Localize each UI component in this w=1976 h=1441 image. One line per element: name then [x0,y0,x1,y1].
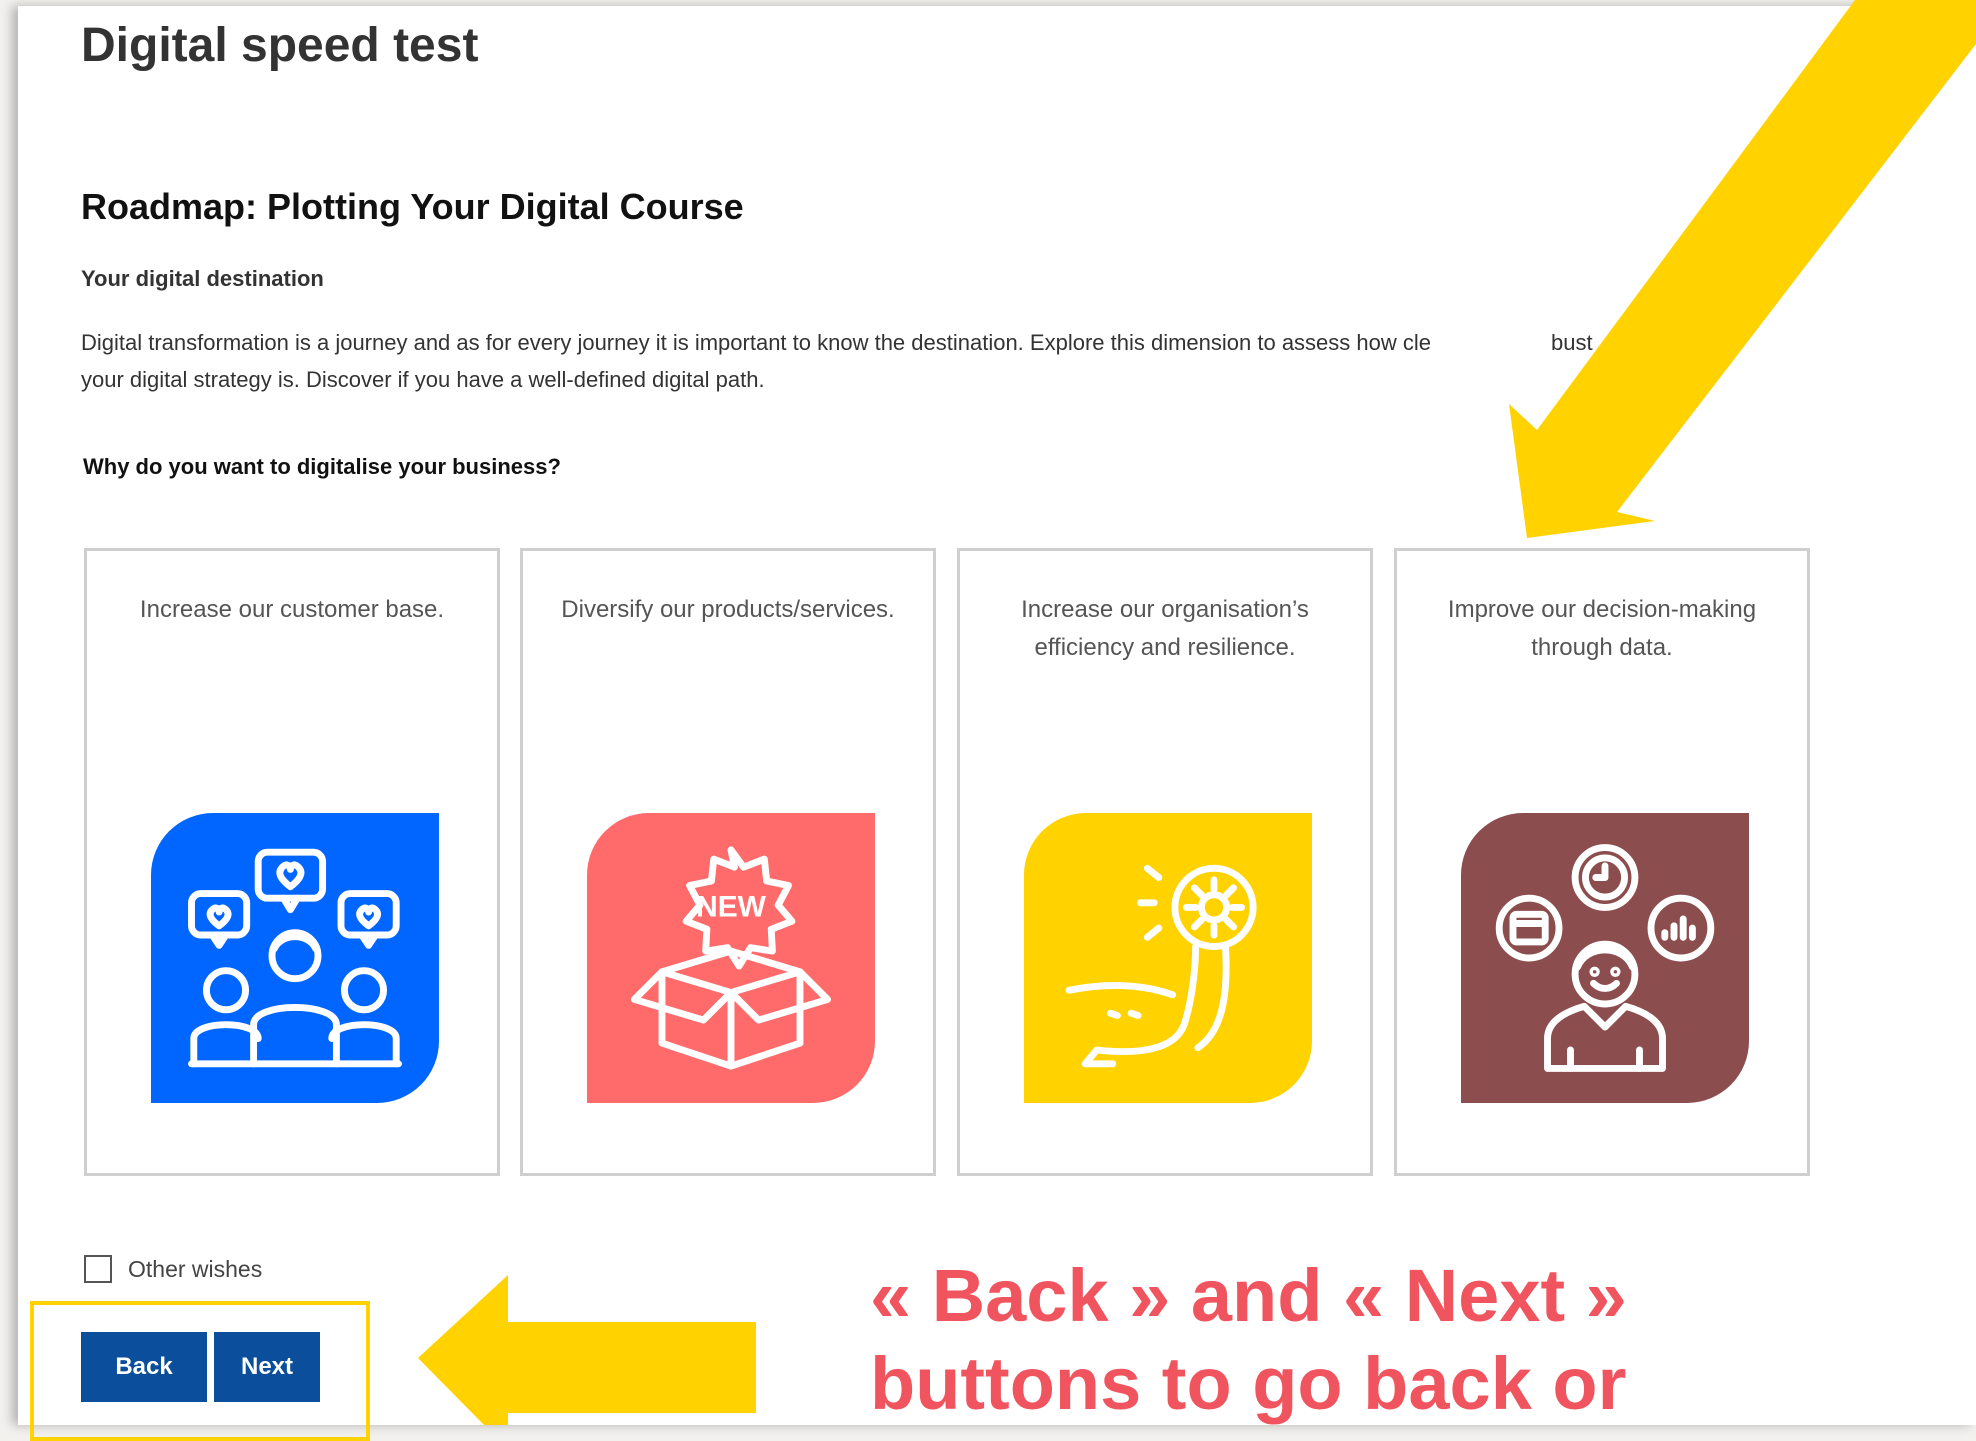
option-card-diversify[interactable]: Diversify our products/services. NEW [520,548,936,1176]
new-label: NEW [696,891,767,924]
buttons-highlight-frame [30,1301,370,1441]
option-tile: NEW [587,813,875,1103]
section-title: Roadmap: Plotting Your Digital Course [81,186,744,227]
other-wishes-label: Other wishes [128,1255,263,1282]
annotation-text: « Back » and « Next » buttons to go back… [870,1252,1627,1428]
question-label: Why do you want to digitalise your busin… [83,454,561,479]
people-hearts-icon [188,848,402,1068]
description-line-1: Digital transformation is a journey and … [81,330,1431,355]
option-tile [151,813,439,1103]
page-title: Digital speed test [81,19,479,72]
option-card-data-decisions[interactable]: Improve our decision-making through data… [1394,548,1810,1176]
other-wishes-checkbox[interactable] [84,1255,112,1283]
description-line-2: your digital strategy is. Discover if yo… [81,367,765,392]
new-box-icon: NEW [630,846,832,1070]
arm-gear-icon [1065,864,1257,1068]
section-subtitle: Your digital destination [81,266,324,291]
description-tail: bust [1551,330,1593,355]
option-tile [1024,813,1312,1103]
option-label: Improve our decision-making through data… [1447,596,1757,661]
annotation-line-1: « Back » and « Next » [870,1254,1627,1337]
section-description: Digital transformation is a journey and … [81,324,1801,398]
option-card-customer-base[interactable]: Increase our customer base. [84,548,500,1176]
person-data-icon [1495,844,1715,1072]
option-tile [1461,813,1749,1103]
annotation-line-2: buttons to go back or [870,1342,1627,1425]
option-card-efficiency[interactable]: Increase our organisation’s efficiency a… [957,548,1373,1176]
option-label: Increase our customer base. [139,596,445,623]
option-label: Diversify our products/services. [561,596,895,623]
page-container: Digital speed test Roadmap: Plotting You… [18,6,1976,1425]
option-label: Increase our organisation’s efficiency a… [1021,596,1309,661]
other-wishes-row[interactable]: Other wishes [84,1255,262,1283]
